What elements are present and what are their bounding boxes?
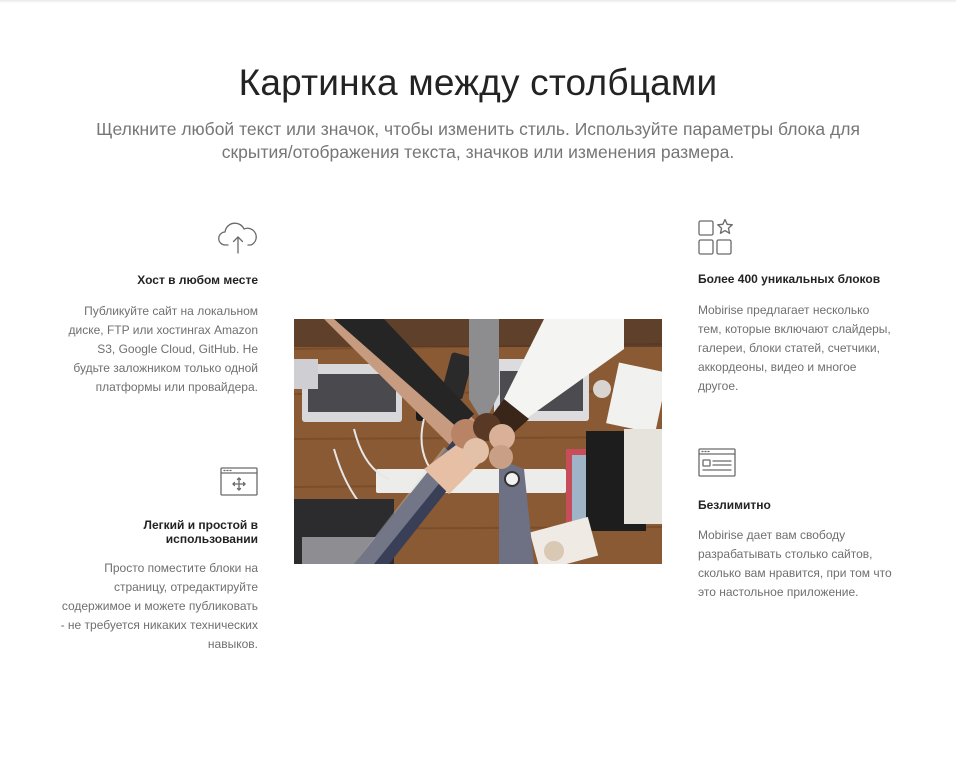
browser-move-icon[interactable]: [220, 465, 258, 497]
feature-title[interactable]: Легкий и простой в использовании: [60, 518, 258, 546]
top-divider: [0, 0, 956, 3]
feature-text[interactable]: Mobirise дает вам свободу разрабатывать …: [698, 526, 896, 602]
cloud-upload-icon[interactable]: [218, 220, 258, 254]
section-subtitle[interactable]: Щелкните любой текст или значок, чтобы и…: [70, 118, 886, 164]
feature-title[interactable]: Более 400 уникальных блоков: [698, 272, 896, 286]
team-photo[interactable]: [294, 319, 662, 564]
feature-title[interactable]: Безлимитно: [698, 498, 896, 512]
section-title[interactable]: Картинка между столбцами: [0, 62, 956, 104]
browser-window-icon[interactable]: [698, 447, 736, 477]
blocks-star-icon[interactable]: [698, 217, 738, 257]
feature-host-anywhere: Хост в любом месте Публикуйте сайт на ло…: [60, 220, 258, 397]
feature-text[interactable]: Публикуйте сайт на локальном диске, FTP …: [60, 302, 258, 397]
feature-text[interactable]: Просто поместите блоки на страницу, отре…: [60, 559, 258, 654]
feature-unique-blocks: Более 400 уникальных блоков Mobirise пре…: [698, 217, 896, 396]
feature-unlimited: Безлимитно Mobirise дает вам свободу раз…: [698, 447, 896, 602]
feature-text[interactable]: Mobirise предлагает несколько тем, котор…: [698, 301, 896, 396]
feature-title[interactable]: Хост в любом месте: [60, 273, 258, 287]
team-photo-illustration: [294, 319, 662, 564]
feature-easy-to-use: Легкий и простой в использовании Просто …: [60, 465, 258, 654]
